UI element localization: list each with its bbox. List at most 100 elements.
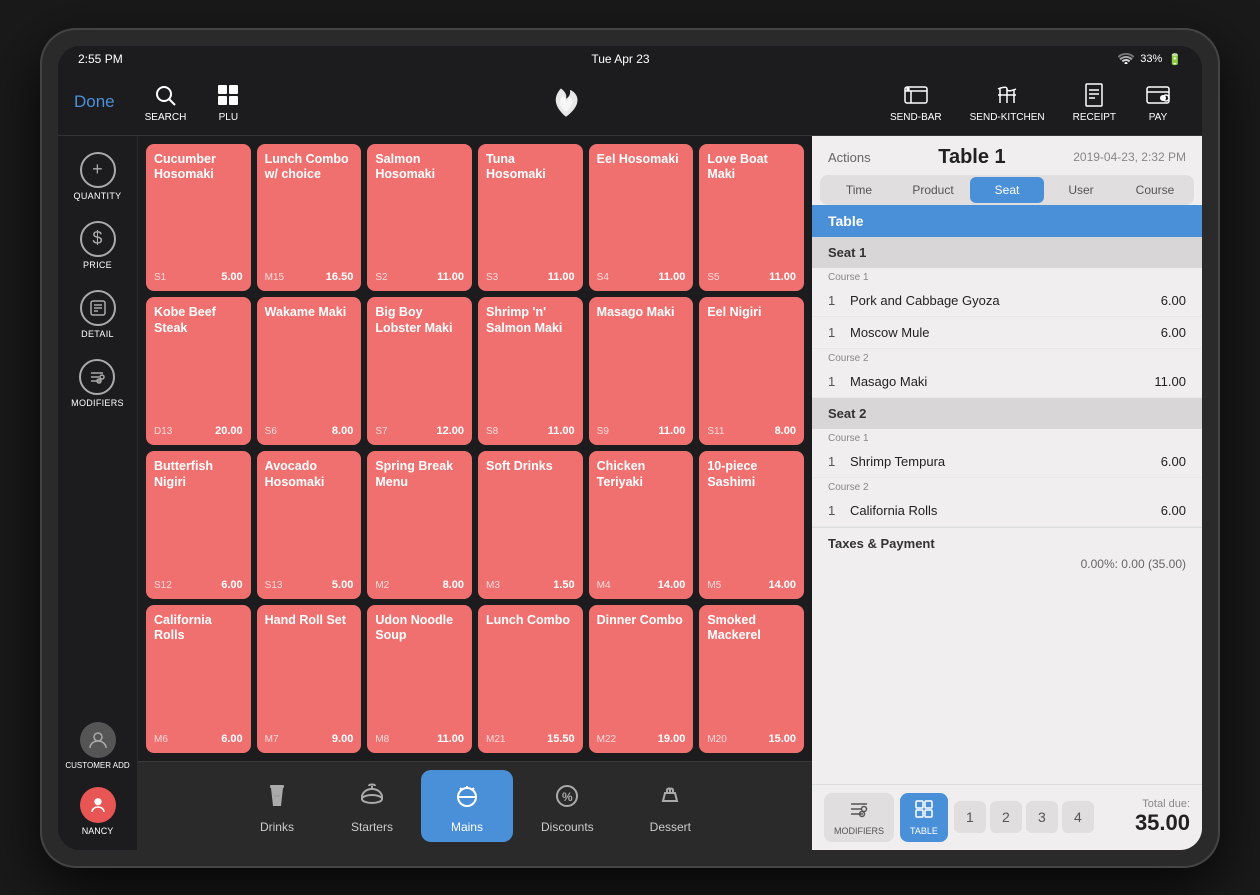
product-card[interactable]: Salmon Hosomaki S2 11.00 <box>367 144 472 292</box>
product-card[interactable]: Hand Roll Set M7 9.00 <box>257 605 362 753</box>
seat-num-1[interactable]: 1 <box>954 801 986 833</box>
receipt-label: RECEIPT <box>1073 112 1116 123</box>
product-name: Big Boy Lobster Maki <box>375 305 464 336</box>
modifiers-sidebar-button[interactable]: MODIFIERS <box>67 351 128 416</box>
tab-seat[interactable]: Seat <box>970 177 1044 203</box>
price-label: PRICE <box>83 260 112 270</box>
tab-product[interactable]: Product <box>896 177 970 203</box>
product-sku: M3 <box>486 580 500 591</box>
tab-course[interactable]: Course <box>1118 177 1192 203</box>
product-price: 8.00 <box>443 579 464 591</box>
product-name: Chicken Teriyaki <box>597 459 686 490</box>
product-sku: S8 <box>486 426 498 437</box>
detail-icon <box>80 290 116 326</box>
category-tab-starters[interactable]: Starters <box>323 770 421 842</box>
status-date: Tue Apr 23 <box>591 52 649 66</box>
total-amount: 35.00 <box>1135 810 1190 836</box>
order-item[interactable]: 1 Moscow Mule 6.00 <box>812 317 1202 349</box>
modifiers-icon <box>79 359 115 395</box>
product-name: Salmon Hosomaki <box>375 152 464 183</box>
product-card[interactable]: Spring Break Menu M2 8.00 <box>367 451 472 599</box>
product-card[interactable]: Wakame Maki S6 8.00 <box>257 297 362 445</box>
send-bar-button[interactable]: SEND-BAR <box>876 77 956 127</box>
category-tab-discounts[interactable]: % Discounts <box>513 770 622 842</box>
order-item[interactable]: 1 Masago Maki 11.00 <box>812 366 1202 398</box>
detail-button[interactable]: DETAIL <box>76 282 120 347</box>
product-card[interactable]: Big Boy Lobster Maki S7 12.00 <box>367 297 472 445</box>
product-name: Kobe Beef Steak <box>154 305 243 336</box>
send-kitchen-button[interactable]: SEND-KITCHEN <box>956 77 1059 127</box>
product-name: Spring Break Menu <box>375 459 464 490</box>
product-card[interactable]: Love Boat Maki S5 11.00 <box>699 144 804 292</box>
seat-numbers: 1234 <box>954 801 1094 833</box>
product-grid: Cucumber Hosomaki S1 5.00 Lunch Combo w/… <box>138 136 812 761</box>
seat-num-3[interactable]: 3 <box>1026 801 1058 833</box>
product-name: Lunch Combo <box>486 613 575 629</box>
product-name: 10-piece Sashimi <box>707 459 796 490</box>
send-kitchen-icon <box>993 81 1021 109</box>
category-tab-dessert[interactable]: Dessert <box>622 770 719 842</box>
product-card[interactable]: Dinner Combo M22 19.00 <box>589 605 694 753</box>
product-card[interactable]: Butterfish Nigiri S12 6.00 <box>146 451 251 599</box>
pay-button[interactable]: PAY <box>1130 77 1186 127</box>
product-card[interactable]: Soft Drinks M3 1.50 <box>478 451 583 599</box>
category-tab-mains[interactable]: Mains <box>421 770 513 842</box>
order-item[interactable]: 1 Pork and Cabbage Gyoza 6.00 <box>812 285 1202 317</box>
quantity-button[interactable]: + QUANTITY <box>70 144 126 209</box>
category-tab-drinks[interactable]: Drinks <box>231 770 323 842</box>
bottom-btn-table[interactable]: TABLE <box>900 793 948 842</box>
product-card[interactable]: Udon Noodle Soup M8 11.00 <box>367 605 472 753</box>
product-price: 8.00 <box>775 425 796 437</box>
status-bar: 2:55 PM Tue Apr 23 33% 🔋 <box>58 46 1202 73</box>
customer-add-button[interactable]: CUSTOMER ADD <box>61 716 133 777</box>
search-button[interactable]: SEARCH <box>131 77 201 127</box>
done-button[interactable]: Done <box>74 92 115 112</box>
plu-button[interactable]: PLU <box>200 77 256 127</box>
product-price: 16.50 <box>326 271 354 283</box>
product-card[interactable]: Lunch Combo M21 15.50 <box>478 605 583 753</box>
order-name: Masago Maki <box>850 374 927 389</box>
taxes-title: Taxes & Payment <box>828 536 1186 551</box>
tab-user[interactable]: User <box>1044 177 1118 203</box>
seat-header: Seat 2 <box>812 398 1202 429</box>
modifiers-label: MODIFIERS <box>71 398 124 408</box>
customer-icon <box>80 722 116 758</box>
product-card[interactable]: California Rolls M6 6.00 <box>146 605 251 753</box>
nancy-button[interactable]: NANCY <box>76 781 120 842</box>
pay-label: PAY <box>1149 112 1168 123</box>
product-card[interactable]: Masago Maki S9 11.00 <box>589 297 694 445</box>
order-tab-bar: TimeProductSeatUserCourse <box>820 175 1194 205</box>
product-card[interactable]: Shrimp 'n' Salmon Maki S8 11.00 <box>478 297 583 445</box>
order-item[interactable]: 1 Shrimp Tempura 6.00 <box>812 446 1202 478</box>
product-name: Shrimp 'n' Salmon Maki <box>486 305 575 336</box>
product-name: Cucumber Hosomaki <box>154 152 243 183</box>
product-card[interactable]: 10-piece Sashimi M5 14.00 <box>699 451 804 599</box>
order-name: Pork and Cabbage Gyoza <box>850 293 1000 308</box>
tax-line: 0.00%: 0.00 (35.00) <box>1081 557 1186 571</box>
product-card[interactable]: Smoked Mackerel M20 15.00 <box>699 605 804 753</box>
product-card[interactable]: Cucumber Hosomaki S1 5.00 <box>146 144 251 292</box>
detail-label: DETAIL <box>81 329 114 339</box>
product-sku: S2 <box>375 272 387 283</box>
seat-num-4[interactable]: 4 <box>1062 801 1094 833</box>
product-name: Masago Maki <box>597 305 686 321</box>
product-card[interactable]: Eel Nigiri S11 8.00 <box>699 297 804 445</box>
taxes-section: Taxes & Payment 0.00%: 0.00 (35.00) <box>812 527 1202 579</box>
seat-num-2[interactable]: 2 <box>990 801 1022 833</box>
product-card[interactable]: Lunch Combo w/ choice M15 16.50 <box>257 144 362 292</box>
product-card[interactable]: Kobe Beef Steak D13 20.00 <box>146 297 251 445</box>
course-label: Course 2 <box>812 478 1202 495</box>
search-icon <box>151 81 179 109</box>
product-card[interactable]: Avocado Hosomaki S13 5.00 <box>257 451 362 599</box>
product-card[interactable]: Chicken Teriyaki M4 14.00 <box>589 451 694 599</box>
receipt-button[interactable]: RECEIPT <box>1059 77 1130 127</box>
bottom-action-bar: MODIFIERSTABLE1234 Total due: 35.00 <box>812 784 1202 850</box>
product-name: California Rolls <box>154 613 243 644</box>
product-card[interactable]: Tuna Hosomaki S3 11.00 <box>478 144 583 292</box>
order-item[interactable]: 1 California Rolls 6.00 <box>812 495 1202 527</box>
product-card[interactable]: Eel Hosomaki S4 11.00 <box>589 144 694 292</box>
price-button[interactable]: $ PRICE <box>76 213 120 278</box>
bottom-btn-modifiers[interactable]: MODIFIERS <box>824 793 894 842</box>
tab-time[interactable]: Time <box>822 177 896 203</box>
product-sku: M22 <box>597 734 616 745</box>
